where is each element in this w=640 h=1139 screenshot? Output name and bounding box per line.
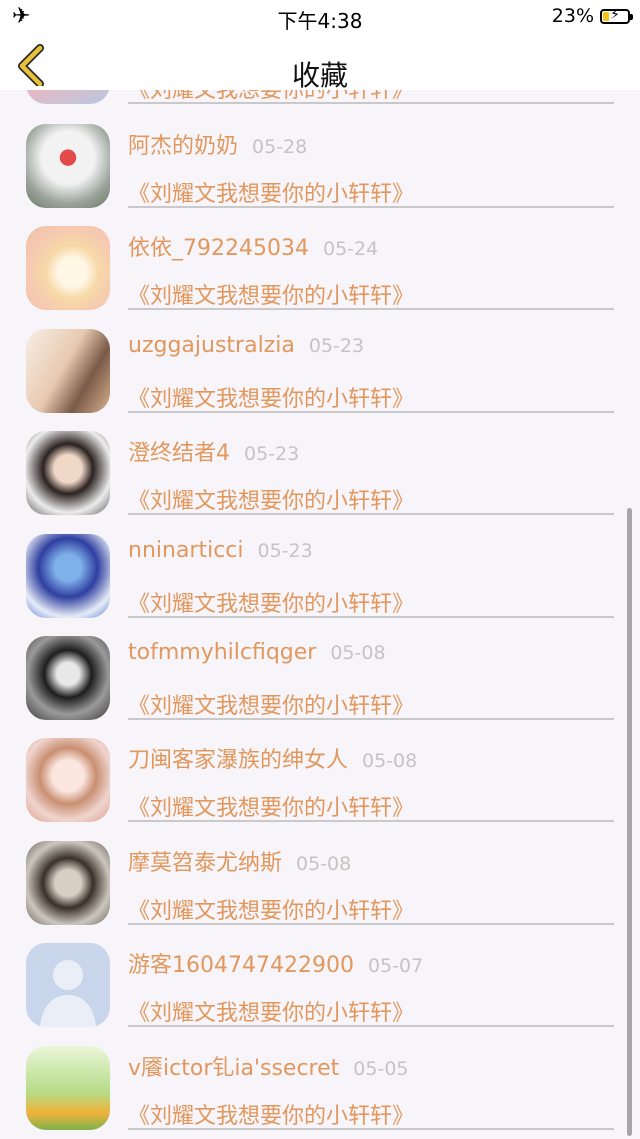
- divider: [128, 616, 614, 618]
- favorite-title[interactable]: 《刘耀文我想要你的小轩轩》: [128, 483, 414, 515]
- list-item[interactable]: 阿杰的奶奶 05-28 《刘耀文我想要你的小轩轩》: [0, 124, 640, 226]
- divider: [128, 718, 614, 720]
- divider: [128, 1025, 614, 1027]
- list-item[interactable]: v餍ictor钆ia'ssecret 05-05 《刘耀文我想要你的小轩轩》: [0, 1046, 640, 1139]
- favorite-title[interactable]: 《刘耀文我想要你的小轩轩》: [128, 893, 414, 925]
- favorite-date: 05-28: [252, 136, 308, 158]
- user-name[interactable]: 依依_792245034: [128, 236, 309, 261]
- avatar[interactable]: [26, 124, 110, 208]
- status-time: 下午4:38: [277, 9, 363, 33]
- favorite-date: 05-08: [362, 750, 418, 772]
- favorite-title[interactable]: 《刘耀文我想要你的小轩轩》: [128, 1098, 414, 1130]
- avatar[interactable]: [26, 943, 110, 1027]
- favorite-title[interactable]: 《刘耀文我想要你的小轩轩》: [128, 688, 414, 720]
- nav-bar: 收藏: [0, 34, 640, 92]
- list-item[interactable]: 游客1604747422900 05-07 《刘耀文我想要你的小轩轩》: [0, 943, 640, 1045]
- favorite-date: 05-08: [330, 642, 386, 664]
- divider: [128, 411, 614, 413]
- list-item[interactable]: tofmmyhilcfiqger 05-08 《刘耀文我想要你的小轩轩》: [0, 636, 640, 738]
- user-name[interactable]: tofmmyhilcfiqger: [128, 640, 316, 665]
- favorite-date: 05-07: [367, 955, 424, 977]
- list-item[interactable]: 摩莫笤泰尤纳斯 05-08 《刘耀文我想要你的小轩轩》: [0, 841, 640, 943]
- divider: [128, 923, 614, 925]
- user-name[interactable]: 刀闽客家瀑族的绅女人: [128, 748, 348, 773]
- favorite-title[interactable]: 《刘耀文我想要你的小轩轩》: [128, 790, 414, 822]
- avatar[interactable]: [26, 329, 110, 413]
- avatar[interactable]: [26, 1046, 110, 1130]
- list-item[interactable]: nninarticci 05-23 《刘耀文我想要你的小轩轩》: [0, 534, 640, 636]
- favorite-date: 05-23: [257, 540, 313, 562]
- user-name[interactable]: v餍ictor钆ia'ssecret: [128, 1056, 339, 1081]
- favorite-date: 05-23: [244, 443, 300, 465]
- user-name[interactable]: uzggajustralzia: [128, 333, 295, 358]
- favorites-list[interactable]: 《刘耀文我想要你的小轩轩》 阿杰的奶奶 05-28 《刘耀文我想要你的小轩轩》 依…: [0, 0, 640, 1139]
- user-name[interactable]: 游客1604747422900: [128, 953, 354, 978]
- divider: [128, 1128, 614, 1130]
- favorite-title[interactable]: 《刘耀文我想要你的小轩轩》: [128, 176, 414, 208]
- favorite-date: 05-23: [308, 335, 365, 357]
- favorite-title[interactable]: 《刘耀文我想要你的小轩轩》: [128, 278, 414, 310]
- divider: [128, 206, 614, 208]
- list-item[interactable]: 依依_792245034 05-24 《刘耀文我想要你的小轩轩》: [0, 226, 640, 328]
- favorite-date: 05-08: [296, 853, 352, 875]
- favorite-title[interactable]: 《刘耀文我想要你的小轩轩》: [128, 586, 414, 618]
- user-name[interactable]: 澄终结者4: [128, 441, 230, 466]
- avatar[interactable]: [26, 841, 110, 925]
- avatar[interactable]: [26, 431, 110, 515]
- user-name[interactable]: nninarticci: [128, 538, 244, 563]
- battery-icon: ⚡: [600, 6, 633, 24]
- divider: [128, 820, 614, 822]
- scrollbar[interactable]: [627, 508, 632, 1136]
- status-bar: ✈ 下午4:38 23% ⚡: [0, 0, 640, 34]
- avatar[interactable]: [26, 226, 110, 310]
- avatar[interactable]: [26, 636, 110, 720]
- favorite-date: 05-24: [322, 238, 379, 260]
- favorite-title[interactable]: 《刘耀文我想要你的小轩轩》: [128, 995, 414, 1027]
- page-title: 收藏: [291, 59, 348, 92]
- avatar[interactable]: [26, 534, 110, 618]
- list-item[interactable]: 澄终结者4 05-23 《刘耀文我想要你的小轩轩》: [0, 431, 640, 533]
- user-name[interactable]: 摩莫笤泰尤纳斯: [128, 851, 282, 876]
- user-name[interactable]: 阿杰的奶奶: [128, 134, 238, 159]
- list-item[interactable]: 刀闽客家瀑族的绅女人 05-08 《刘耀文我想要你的小轩轩》: [0, 738, 640, 840]
- list-item[interactable]: uzggajustralzia 05-23 《刘耀文我想要你的小轩轩》: [0, 329, 640, 431]
- favorite-date: 05-05: [353, 1058, 409, 1080]
- default-avatar-icon: [40, 960, 96, 1027]
- bolt-icon: ⚡: [610, 6, 620, 23]
- favorite-title[interactable]: 《刘耀文我想要你的小轩轩》: [128, 381, 414, 413]
- divider: [128, 513, 614, 515]
- divider: [128, 308, 614, 310]
- divider: [128, 102, 614, 104]
- avatar[interactable]: [26, 738, 110, 822]
- battery-percent: 23%: [551, 5, 594, 27]
